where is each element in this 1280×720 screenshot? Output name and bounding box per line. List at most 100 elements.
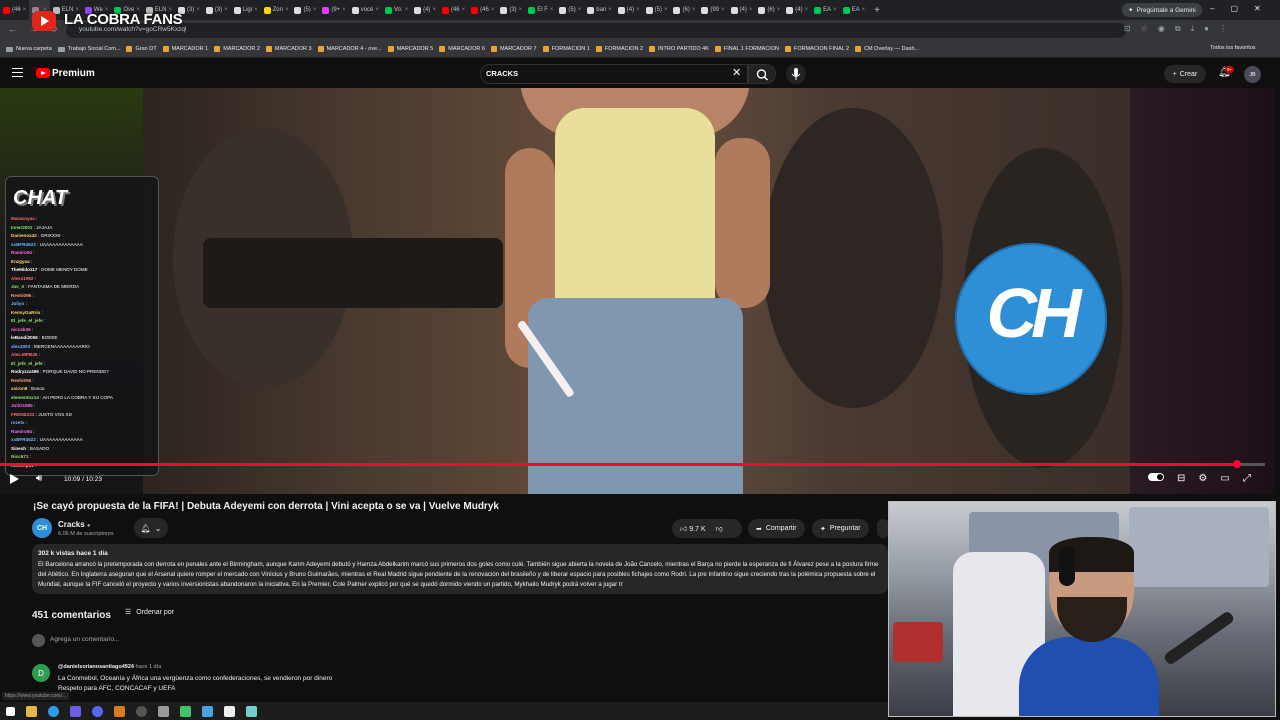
close-tab-icon[interactable]: ×	[254, 7, 258, 13]
new-tab-button[interactable]: +	[868, 5, 886, 16]
close-window-icon[interactable]: ✕	[1254, 4, 1261, 13]
chrome-icon[interactable]	[48, 705, 59, 717]
close-tab-icon[interactable]: ×	[608, 7, 612, 13]
bookmark-item[interactable]: FORMACION 1	[542, 46, 590, 52]
close-tab-icon[interactable]: ×	[196, 7, 200, 13]
volume-icon[interactable]: 🔊︎	[36, 473, 42, 484]
close-tab-icon[interactable]: ×	[23, 7, 27, 13]
bookmark-item[interactable]: MARCADOR 7	[490, 46, 537, 52]
browser-tab[interactable]: vocé ×	[349, 0, 382, 20]
url-bar[interactable]	[66, 23, 1126, 38]
clear-search-icon[interactable]: ✕	[732, 66, 741, 79]
bookmark-item[interactable]: MARCADOR 1	[162, 46, 208, 52]
download-icon[interactable]: ⤓	[1191, 24, 1195, 34]
whatsapp-icon[interactable]	[180, 705, 191, 717]
bookmark-item[interactable]: MARCADOR 5	[387, 46, 433, 52]
search-input[interactable]	[480, 64, 748, 84]
comment-author[interactable]: @danielsorianosantiago4924	[58, 664, 134, 670]
close-tab-icon[interactable]: ×	[636, 7, 640, 13]
discord-icon[interactable]	[92, 705, 103, 717]
browser-tab[interactable]: Vo: ×	[382, 0, 411, 20]
close-tab-icon[interactable]: ×	[833, 7, 837, 13]
channel-name[interactable]: Cracks ●	[58, 520, 91, 529]
browser-tab[interactable]: EA ×	[840, 0, 869, 20]
bookmark-item[interactable]: Gran DT	[126, 46, 157, 52]
close-tab-icon[interactable]: ×	[462, 7, 466, 13]
browser-tab[interactable]: (4) ×	[783, 0, 811, 20]
close-tab-icon[interactable]: ×	[285, 7, 289, 13]
close-tab-icon[interactable]: ×	[862, 7, 866, 13]
close-tab-icon[interactable]: ×	[375, 7, 379, 13]
browser-tab[interactable]: (46 ×	[468, 0, 497, 20]
miniplayer-icon[interactable]: ▭	[1220, 473, 1229, 484]
bookmark-item[interactable]: Trabajo Social Com...	[57, 46, 120, 52]
browser-tab[interactable]: El F ×	[525, 0, 556, 20]
comment-author-avatar[interactable]: D	[32, 664, 50, 682]
bookmark-item[interactable]: MARCADOR 6	[439, 46, 485, 52]
voice-search-button[interactable]	[786, 64, 806, 84]
maximize-icon[interactable]: ▢	[1230, 4, 1238, 13]
browser-tab[interactable]: (99 ×	[698, 0, 727, 20]
bookmark-star-icon[interactable]: ☆	[1141, 24, 1148, 34]
close-tab-icon[interactable]: ×	[578, 7, 582, 13]
close-tab-icon[interactable]: ×	[224, 7, 228, 13]
bookmark-item[interactable]: FORMACION FINAL 2	[784, 46, 849, 52]
all-bookmarks-folder[interactable]: Todos los favoritos	[1210, 45, 1256, 51]
close-tab-icon[interactable]: ×	[342, 7, 346, 13]
ask-gemini-button[interactable]: ✦ Pregúntale a Gemini	[1122, 3, 1202, 17]
bookmark-item[interactable]: MARCADOR 3	[265, 46, 312, 52]
bookmark-item[interactable]: MARCADOR 2	[214, 46, 260, 52]
bookmark-item[interactable]: FINAL 1 FORMACION	[714, 46, 779, 52]
bookmark-item[interactable]: Nueva carpeta	[6, 46, 52, 52]
app-icon[interactable]	[202, 705, 213, 717]
browser-tab[interactable]: (46 ×	[0, 0, 29, 20]
hamburger-menu-icon[interactable]	[12, 68, 23, 77]
browser-tab[interactable]: (9+ ×	[319, 0, 348, 20]
close-tab-icon[interactable]: ×	[491, 7, 495, 13]
create-button[interactable]: + Crear	[1164, 65, 1206, 83]
search-button[interactable]	[748, 64, 776, 84]
close-tab-icon[interactable]: ×	[432, 7, 436, 13]
back-icon[interactable]: ←	[8, 24, 17, 35]
browser-tab[interactable]: Zon ×	[261, 0, 292, 20]
youtube-logo-icon[interactable]	[36, 68, 50, 78]
browser-tab[interactable]: (5) ×	[643, 0, 671, 20]
like-button[interactable]: 👍︎ 9.7 K	[680, 524, 706, 533]
app-icon[interactable]	[158, 705, 169, 717]
install-app-icon[interactable]: ⊡	[1124, 24, 1131, 34]
sort-comments-button[interactable]: ☰ Ordenar por	[125, 608, 174, 617]
app-icon[interactable]	[246, 705, 257, 717]
browser-tab[interactable]: (3) ×	[203, 0, 231, 20]
browser-tab[interactable]: (3) ×	[497, 0, 525, 20]
extension-icon[interactable]: ◉	[1158, 24, 1165, 34]
share-button[interactable]: ➦ Compartir	[748, 519, 805, 538]
ask-button[interactable]: ✦ Preguntar	[812, 519, 869, 538]
fullscreen-icon[interactable]: ⤢	[1243, 473, 1251, 484]
browser-tab[interactable]: (46 ×	[439, 0, 468, 20]
close-tab-icon[interactable]: ×	[777, 7, 781, 13]
add-comment-input[interactable]: Agrega un comentario...	[50, 636, 119, 643]
channel-avatar[interactable]: CH	[32, 518, 52, 538]
close-tab-icon[interactable]: ×	[692, 7, 696, 13]
play-icon[interactable]	[10, 474, 19, 484]
browser-tab[interactable]: ban ×	[584, 0, 615, 20]
bookmark-item[interactable]: FORMACION 2	[595, 46, 643, 52]
youtube-premium-label[interactable]: Premium	[52, 68, 95, 79]
account-avatar[interactable]: JB	[1244, 66, 1261, 83]
profile-icon[interactable]: ●	[1204, 24, 1209, 34]
app-icon[interactable]	[224, 705, 235, 717]
browser-tab[interactable]: (5) ×	[556, 0, 584, 20]
subscription-bell-button[interactable]: 🔔︎ ⌄	[134, 518, 168, 538]
bookmark-item[interactable]: INTRO PARTIDO 4K	[649, 46, 709, 52]
minimize-icon[interactable]: –	[1210, 4, 1214, 13]
browser-tab[interactable]: (4) ×	[728, 0, 756, 20]
browser-menu-icon[interactable]: ⋮	[1219, 24, 1227, 34]
extensions-puzzle-icon[interactable]: ⧉	[1175, 24, 1181, 34]
start-icon[interactable]	[6, 706, 15, 716]
app-icon[interactable]	[136, 705, 147, 717]
close-tab-icon[interactable]: ×	[550, 7, 554, 13]
browser-tab[interactable]: Ligi ×	[231, 0, 261, 20]
file-explorer-icon[interactable]	[26, 705, 37, 717]
close-tab-icon[interactable]: ×	[664, 7, 668, 13]
video-player[interactable]: CH	[0, 88, 1275, 494]
